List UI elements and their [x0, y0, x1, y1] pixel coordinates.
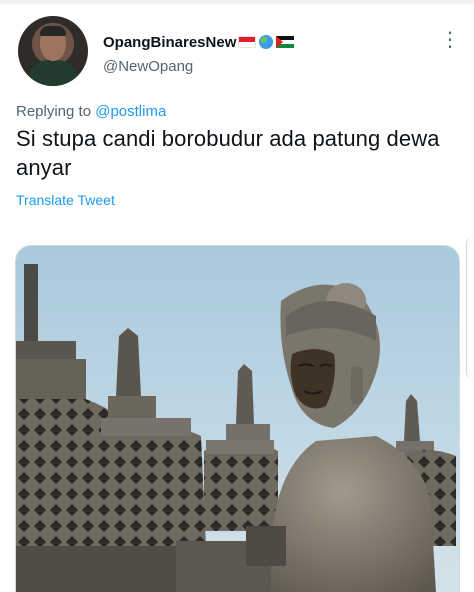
- reply-mention-link[interactable]: @postlima: [95, 103, 166, 120]
- borobudur-photo: [16, 246, 459, 592]
- reply-prefix: Replying to: [16, 103, 92, 120]
- display-name-row[interactable]: OpangBinaresNew: [103, 34, 295, 52]
- user-handle[interactable]: @NewOpang: [103, 58, 193, 75]
- reply-context: Replying to @postlima: [16, 103, 166, 120]
- indonesia-flag-icon: [238, 36, 257, 48]
- avatar[interactable]: [18, 16, 88, 86]
- palestine-flag-icon: [276, 36, 295, 48]
- translate-tweet-link[interactable]: Translate Tweet: [16, 192, 115, 208]
- tweet-text: Si stupa candi borobudur ada patung dewa…: [16, 126, 440, 180]
- side-scroll-edge: [466, 236, 474, 380]
- more-options-icon[interactable]: ⋮: [440, 28, 460, 52]
- globe-icon: [259, 35, 274, 49]
- top-divider: [0, 0, 474, 4]
- tweet-photo[interactable]: [15, 245, 460, 592]
- display-name[interactable]: OpangBinaresNew: [103, 34, 236, 51]
